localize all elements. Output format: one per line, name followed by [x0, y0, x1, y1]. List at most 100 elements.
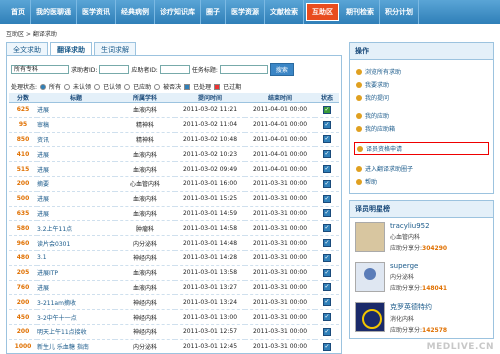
op-help[interactable]: 帮助 — [350, 175, 493, 188]
table-row[interactable]: 95 审稿 精神科 2011-03-02 11:04 2011-04-01 00:00 ✓ — [9, 117, 339, 133]
nav-item[interactable]: 圈子 — [201, 0, 226, 24]
table-row[interactable]: 625 进展 血液内科 2011-03-02 11:21 2011-04-01 00:0… — [9, 102, 339, 118]
status-check-icon: ✓ — [323, 209, 331, 218]
row-title[interactable]: 新生儿 乐血糖 指南 — [37, 339, 115, 353]
op-my-answers[interactable]: 我的应助 — [350, 109, 493, 122]
op-request[interactable]: 我要求助 — [350, 78, 493, 91]
row-title[interactable]: 3-2中午十一点 — [37, 309, 115, 325]
nav-item[interactable]: 期刊检索 — [341, 0, 380, 24]
table-row[interactable]: 205 进展ITP 血液内科 2011-03-01 13:58 2011-03-31 0… — [9, 265, 339, 281]
op-join-circle[interactable]: 进入翻译求助圈子 — [350, 162, 493, 175]
radio-rejected[interactable] — [154, 83, 161, 90]
table-row[interactable]: 410 进展 血液内科 2011-03-02 10:23 2011-04-01 00:0… — [9, 146, 339, 163]
row-status: ✓ — [315, 132, 339, 148]
row-subject: 血液内科 — [115, 265, 175, 281]
radio-answered[interactable] — [124, 83, 131, 90]
row-subject: 精神科 — [115, 132, 175, 148]
op-my-questions[interactable]: 我的提问 — [350, 91, 493, 104]
nav-item[interactable]: 经典病例 — [116, 0, 155, 24]
op-my-answer-box[interactable]: 我的应助箱 — [350, 122, 493, 135]
table-row[interactable]: 450 3-2中午十一点 神经内科 2011-03-01 13:00 2011-03-3… — [9, 309, 339, 325]
user-card[interactable]: superge 内分泌科 应助分享分:148041 — [350, 258, 493, 298]
check-expired[interactable] — [214, 83, 221, 90]
nav-item[interactable]: 首页 — [6, 0, 31, 24]
status-check-icon: ✓ — [323, 224, 331, 233]
nav-item[interactable]: 文献检索 — [265, 0, 304, 24]
specialty-select[interactable]: 所有专科 — [11, 65, 69, 74]
col-title: 标题 — [37, 93, 115, 103]
row-title[interactable]: 3.1 — [37, 250, 115, 266]
row-title[interactable]: 明天上午11点接收 — [37, 324, 115, 340]
nav-item[interactable]: 互助区 — [306, 3, 339, 21]
row-score: 960 — [9, 235, 37, 251]
table-row[interactable]: 500 进展 血液内科 2011-03-01 15:25 2011-03-31 00:0… — [9, 191, 339, 207]
status-rejected-label: 被否决 — [163, 84, 182, 91]
row-end: 2011-03-31 00:00 — [245, 309, 315, 325]
row-title[interactable]: 进展 — [37, 206, 115, 222]
search-button[interactable]: 搜索 — [269, 63, 294, 76]
user-card[interactable]: 克罗英德特约 消化内科 应助分享分:142578 — [350, 298, 493, 338]
row-title[interactable]: 进展ITP — [37, 265, 115, 281]
user-name[interactable]: tracyliu952 — [390, 222, 447, 230]
list-icon — [356, 68, 362, 75]
table-row[interactable]: 960 读片会0301 内分泌科 2011-03-01 14:48 2011-03-31… — [9, 235, 339, 251]
op-apply-translator[interactable]: 译员资格申请 — [354, 142, 489, 155]
user-card[interactable]: tracyliu952 心血管内科 应助分享分:304290 — [350, 218, 493, 258]
nav-item[interactable]: 我的医聊通 — [31, 0, 77, 24]
table-row[interactable]: 580 3.2上午11点 肿瘤科 2011-03-01 14:58 2011-03-31… — [9, 220, 339, 237]
row-title[interactable]: 进展 — [37, 161, 115, 177]
row-asked: 2011-03-01 13:00 — [175, 309, 245, 325]
table-row[interactable]: 760 进展 血液内科 2011-03-01 13:27 2011-03-31 00:0… — [9, 280, 339, 296]
nav-item[interactable]: 诊疗知识库 — [155, 0, 201, 24]
row-end: 2011-04-01 00:00 — [245, 132, 315, 148]
title-input[interactable] — [219, 65, 268, 74]
row-status: ✓ — [315, 146, 339, 163]
row-subject: 血液内科 — [115, 146, 175, 163]
check-handled[interactable] — [184, 83, 191, 90]
user-dept: 内分泌科 — [390, 274, 415, 281]
user-name[interactable]: superge — [390, 262, 447, 270]
nav-item[interactable]: 医学资源 — [226, 0, 265, 24]
op-browse-all[interactable]: 浏览所有求助 — [350, 65, 493, 78]
status-check-icon: ✓ — [323, 179, 331, 188]
table-row[interactable]: 850 资讯 精神科 2011-03-02 10:48 2011-04-01 00:00… — [9, 132, 339, 148]
question-icon — [356, 94, 362, 101]
table-row[interactable]: 200 摘要 心血管内科 2011-03-01 16:00 2011-03-31 00:… — [9, 176, 339, 192]
responder-input[interactable] — [159, 65, 190, 74]
row-status: ✓ — [315, 191, 339, 207]
radio-all[interactable] — [40, 83, 47, 90]
table-row[interactable]: 635 进展 血液内科 2011-03-01 14:59 2011-03-31 00:0… — [9, 206, 339, 222]
row-title[interactable]: 进展 — [37, 102, 115, 118]
row-title[interactable]: 进展 — [37, 191, 115, 207]
row-status: ✓ — [315, 250, 339, 266]
table-row[interactable]: 200 明天上午11点接收 神经内科 2011-03-01 12:57 2011-03-… — [9, 324, 339, 340]
asker-input[interactable] — [99, 65, 130, 74]
row-status: ✓ — [315, 235, 339, 251]
table-row[interactable]: 200 3-211am摘收 神经内科 2011-03-01 13:24 2011-03-… — [9, 294, 339, 311]
row-end: 2011-03-31 00:00 — [245, 265, 315, 281]
row-asked: 2011-03-01 13:24 — [175, 294, 245, 311]
row-status: ✓ — [315, 324, 339, 340]
row-title[interactable]: 摘要 — [37, 176, 115, 192]
user-name[interactable]: 克罗英德特约 — [390, 302, 447, 312]
row-score: 850 — [9, 132, 37, 148]
nav-item[interactable]: 医学资讯 — [77, 0, 116, 24]
row-title[interactable]: 3.2上午11点 — [37, 220, 115, 237]
table-row[interactable]: 515 进展 血液内科 2011-03-02 09:49 2011-04-01 00:0… — [9, 161, 339, 177]
row-title[interactable]: 3-211am摘收 — [37, 294, 115, 311]
table-row[interactable]: 480 3.1 神经内科 2011-03-01 14:28 2011-03-31 00:… — [9, 250, 339, 266]
row-title[interactable]: 进展 — [37, 280, 115, 296]
row-score: 205 — [9, 265, 37, 281]
row-end: 2011-03-31 00:00 — [245, 280, 315, 296]
row-title[interactable]: 资讯 — [37, 132, 115, 148]
status-check-icon: ✓ — [323, 239, 331, 248]
nav-item[interactable]: 积分计划 — [380, 0, 419, 24]
status-check-icon: ✓ — [323, 327, 331, 336]
table-row[interactable]: 1000 新生儿 乐血糖 指南 内分泌科 2011-03-01 12:45 2011-0… — [9, 339, 339, 353]
row-status: ✓ — [315, 265, 339, 281]
row-title[interactable]: 审稿 — [37, 117, 115, 133]
radio-claimed[interactable] — [94, 83, 101, 90]
radio-unclaimed[interactable] — [64, 83, 71, 90]
row-title[interactable]: 读片会0301 — [37, 235, 115, 251]
row-title[interactable]: 进展 — [37, 146, 115, 163]
